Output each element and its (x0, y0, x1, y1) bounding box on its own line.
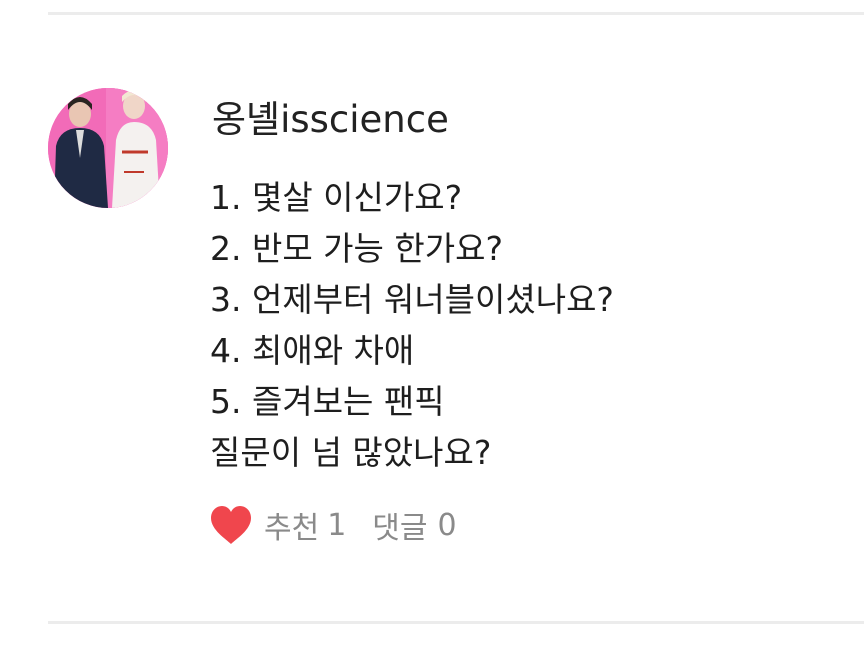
like-count: 1 (327, 507, 347, 543)
post-actions: 추천 1 댓글 0 (208, 502, 457, 548)
avatar[interactable] (48, 88, 168, 208)
post-line: 4. 최애와 차애 (210, 331, 415, 370)
like-button-label[interactable]: 추천 (264, 503, 319, 547)
avatar-image (48, 88, 168, 208)
top-divider (48, 12, 864, 15)
post-line: 질문이 넘 많았나요? (210, 433, 492, 472)
post-line: 3. 언제부터 워너블이셨나요? (210, 280, 614, 319)
comment-button-label[interactable]: 댓글 (372, 503, 427, 547)
username[interactable]: 옹녤isscience (212, 96, 449, 144)
post-body: 1. 몇살 이신가요? 2. 반모 가능 한가요? 3. 언제부터 워너블이셨나… (210, 172, 614, 478)
post-card: 옹녤isscience 1. 몇살 이신가요? 2. 반모 가능 한가요? 3.… (0, 0, 864, 648)
comment-count: 0 (437, 507, 457, 543)
post-line: 5. 즐겨보는 팬픽 (210, 382, 445, 421)
bottom-divider (48, 621, 864, 624)
post-line: 2. 반모 가능 한가요? (210, 229, 503, 268)
heart-icon[interactable] (208, 504, 254, 546)
post-line: 1. 몇살 이신가요? (210, 178, 463, 217)
